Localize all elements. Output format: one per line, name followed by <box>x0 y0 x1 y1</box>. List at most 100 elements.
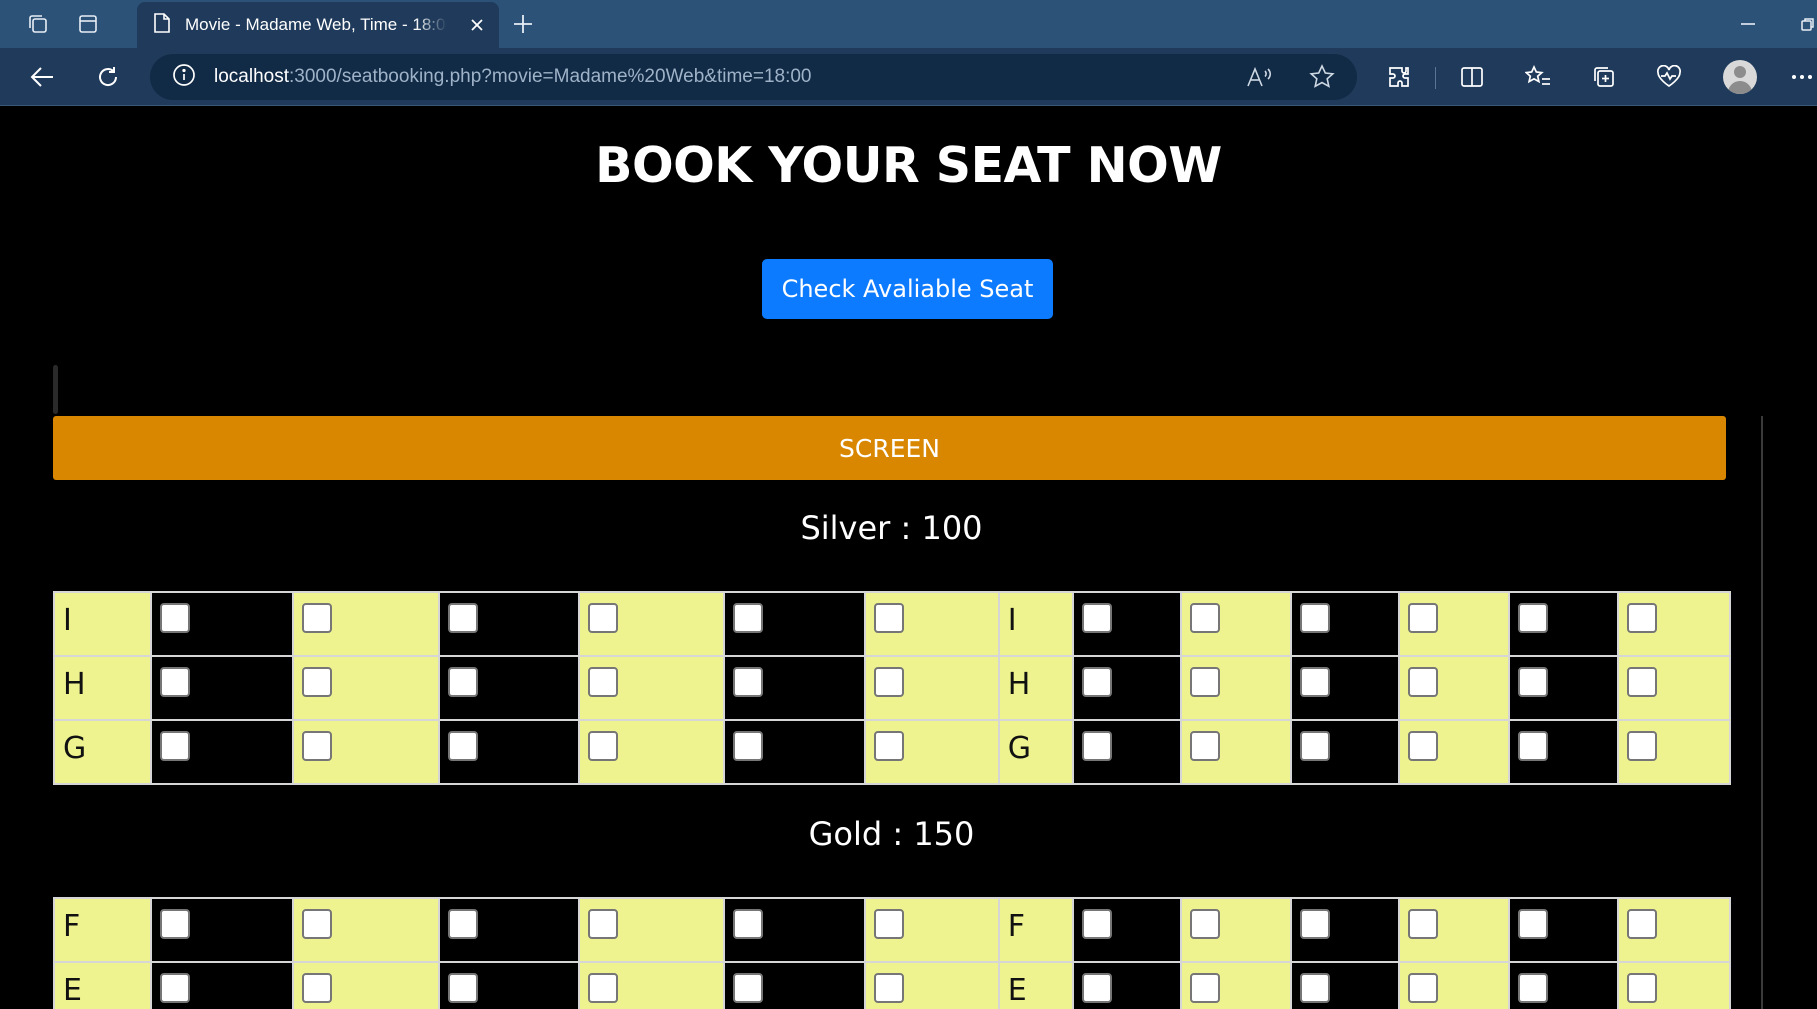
seat-cell <box>1290 961 1401 1009</box>
seat-checkbox[interactable] <box>1081 667 1112 697</box>
seat-checkbox[interactable] <box>1408 909 1439 939</box>
active-tab[interactable]: Movie - Madame Web, Time - 18:00 <box>137 2 499 48</box>
seat-checkbox[interactable] <box>1627 667 1658 697</box>
seat-checkbox[interactable] <box>159 667 190 697</box>
seat-cell <box>149 719 294 785</box>
seat-checkbox[interactable] <box>1408 667 1439 697</box>
new-tab-icon[interactable] <box>505 8 541 40</box>
seat-checkbox[interactable] <box>301 603 332 633</box>
seat-checkbox[interactable] <box>1408 603 1439 633</box>
seat-checkbox[interactable] <box>301 973 332 1003</box>
seat-checkbox[interactable] <box>588 603 619 633</box>
seat-checkbox[interactable] <box>1518 603 1549 633</box>
seat-checkbox[interactable] <box>873 667 904 697</box>
seat-checkbox[interactable] <box>447 973 478 1003</box>
seat-checkbox[interactable] <box>1518 909 1549 939</box>
row-label: H <box>997 655 1074 721</box>
seat-cell <box>1179 591 1293 657</box>
seat-checkbox[interactable] <box>159 603 190 633</box>
split-screen-icon[interactable] <box>1454 59 1490 95</box>
gold-seat-table: FFEE <box>53 897 1731 1009</box>
seat-checkbox[interactable] <box>1189 973 1220 1003</box>
seat-cell <box>291 897 440 963</box>
profile-avatar[interactable] <box>1723 60 1757 94</box>
restore-window-icon[interactable] <box>1796 8 1817 40</box>
seat-checkbox[interactable] <box>873 973 904 1003</box>
seat-checkbox[interactable] <box>873 603 904 633</box>
collections-icon[interactable] <box>1586 59 1622 95</box>
seat-checkbox[interactable] <box>588 667 619 697</box>
seat-cell <box>1071 961 1182 1009</box>
seat-checkbox[interactable] <box>733 909 764 939</box>
seat-checkbox[interactable] <box>301 909 332 939</box>
seat-checkbox[interactable] <box>1627 603 1658 633</box>
refresh-icon[interactable] <box>90 59 126 95</box>
seat-checkbox[interactable] <box>1627 909 1658 939</box>
extensions-icon[interactable] <box>1381 59 1417 95</box>
favorite-star-icon[interactable] <box>1305 60 1339 94</box>
seat-checkbox[interactable] <box>1300 667 1331 697</box>
seat-cell <box>723 591 866 657</box>
seat-checkbox[interactable] <box>733 973 764 1003</box>
seat-checkbox[interactable] <box>1518 973 1549 1003</box>
seat-cell <box>1290 719 1401 785</box>
address-bar[interactable]: localhost:3000/seatbooking.php?movie=Mad… <box>150 54 1357 100</box>
site-info-icon[interactable] <box>172 63 196 91</box>
page-document-icon <box>153 12 171 38</box>
seat-checkbox[interactable] <box>1081 603 1112 633</box>
seat-checkbox[interactable] <box>159 909 190 939</box>
seat-checkbox[interactable] <box>1300 731 1331 761</box>
seat-checkbox[interactable] <box>588 909 619 939</box>
row-label: I <box>997 591 1074 657</box>
minimize-icon[interactable] <box>1732 8 1764 40</box>
seat-checkbox[interactable] <box>733 667 764 697</box>
seat-checkbox[interactable] <box>159 973 190 1003</box>
seat-checkbox[interactable] <box>1627 731 1658 761</box>
screen-banner: SCREEN <box>53 416 1726 480</box>
read-aloud-icon[interactable] <box>1242 60 1276 94</box>
seat-checkbox[interactable] <box>1189 731 1220 761</box>
seat-checkbox[interactable] <box>1189 603 1220 633</box>
seat-checkbox[interactable] <box>588 973 619 1003</box>
seat-checkbox[interactable] <box>1300 603 1331 633</box>
seat-checkbox[interactable] <box>1081 909 1112 939</box>
seat-checkbox[interactable] <box>1189 909 1220 939</box>
seat-cell <box>863 897 1000 963</box>
seat-checkbox[interactable] <box>1627 973 1658 1003</box>
row-label: E <box>997 961 1074 1009</box>
seat-checkbox[interactable] <box>1300 909 1331 939</box>
seat-checkbox[interactable] <box>1408 973 1439 1003</box>
check-available-seat-button[interactable]: Check Avaliable Seat <box>762 259 1053 319</box>
seat-cell <box>1071 719 1182 785</box>
seat-checkbox[interactable] <box>733 731 764 761</box>
seat-checkbox[interactable] <box>1518 731 1549 761</box>
seat-checkbox[interactable] <box>447 909 478 939</box>
close-tab-icon[interactable] <box>467 15 487 35</box>
back-arrow-icon[interactable] <box>24 59 60 95</box>
seat-cell <box>1179 897 1293 963</box>
seat-checkbox[interactable] <box>447 731 478 761</box>
seat-checkbox[interactable] <box>1518 667 1549 697</box>
silver-seat-table: IIHHGG <box>53 591 1731 785</box>
seat-checkbox[interactable] <box>873 731 904 761</box>
seat-cell <box>149 655 294 721</box>
seat-checkbox[interactable] <box>159 731 190 761</box>
browser-essentials-icon[interactable] <box>1651 59 1687 95</box>
seat-checkbox[interactable] <box>1081 973 1112 1003</box>
seat-checkbox[interactable] <box>1408 731 1439 761</box>
seat-checkbox[interactable] <box>1081 731 1112 761</box>
workspaces-icon[interactable] <box>22 8 54 40</box>
tab-actions-icon[interactable] <box>72 8 104 40</box>
seat-checkbox[interactable] <box>733 603 764 633</box>
seat-checkbox[interactable] <box>447 603 478 633</box>
seat-cell <box>437 591 581 657</box>
seat-checkbox[interactable] <box>301 731 332 761</box>
seat-checkbox[interactable] <box>1189 667 1220 697</box>
seat-checkbox[interactable] <box>1300 973 1331 1003</box>
seat-checkbox[interactable] <box>588 731 619 761</box>
seat-checkbox[interactable] <box>447 667 478 697</box>
more-options-icon[interactable] <box>1787 59 1817 95</box>
seat-checkbox[interactable] <box>873 909 904 939</box>
seat-checkbox[interactable] <box>301 667 332 697</box>
favorites-list-icon[interactable] <box>1520 59 1556 95</box>
